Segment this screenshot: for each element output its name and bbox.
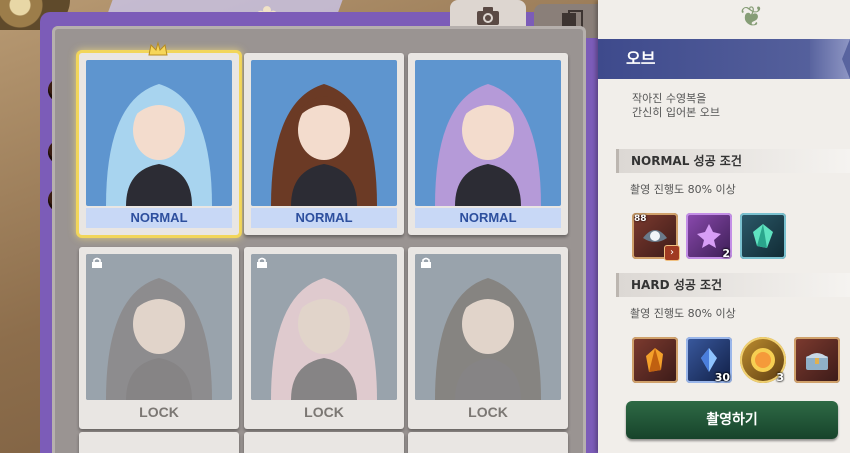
photo-card-partial xyxy=(244,432,404,453)
character-portrait xyxy=(86,60,232,206)
gold-medal-icon xyxy=(751,348,775,372)
character-detail-panel: ❦ 오브 작아진 수영복을 간신히 입어본 오브 NORMAL 성공 조건 촬영… xyxy=(598,0,850,453)
shoot-button[interactable]: 촬영하기 xyxy=(626,401,838,439)
hard-condition-text: 촬영 진행도 80% 이상 xyxy=(630,307,736,320)
character-portrait xyxy=(415,60,561,206)
lock-icon xyxy=(421,257,431,268)
photo-card[interactable]: LOCK xyxy=(244,247,404,429)
purple-flower-gem-icon xyxy=(697,224,721,248)
character-portrait xyxy=(415,254,561,400)
card-status-label: LOCK xyxy=(86,402,232,422)
photo-card-partial xyxy=(408,432,568,453)
card-status-label: NORMAL xyxy=(415,208,561,228)
reward-teal-crystal[interactable] xyxy=(740,213,786,259)
character-name: 오브 xyxy=(626,49,656,68)
character-portrait xyxy=(251,60,397,206)
lock-icon xyxy=(92,257,102,268)
character-name-header: 오브 xyxy=(598,39,850,79)
upgrade-badge-icon: › xyxy=(664,245,680,261)
character-description: 작아진 수영복을 간신히 입어본 오브 xyxy=(632,92,720,119)
photo-card[interactable]: NORMAL xyxy=(79,41,239,235)
character-portrait xyxy=(86,254,232,400)
selected-crown-icon xyxy=(148,41,168,56)
treasure-chest-icon xyxy=(806,353,828,370)
lock-icon xyxy=(257,257,267,268)
teal-crystal-icon xyxy=(753,224,773,248)
amber-crystal-icon xyxy=(646,348,663,372)
photo-card[interactable]: NORMAL xyxy=(408,53,568,235)
reward-gold-medal[interactable]: 3 xyxy=(740,337,786,384)
blue-gem-icon xyxy=(701,348,717,372)
reward-blue-gem[interactable]: 30 xyxy=(686,337,732,384)
reward-count: 30 xyxy=(714,371,730,384)
photo-card[interactable]: NORMAL xyxy=(244,53,404,235)
card-status-label: LOCK xyxy=(251,402,397,422)
character-portrait xyxy=(251,254,397,400)
card-status-label: NORMAL xyxy=(251,208,397,228)
normal-condition-text: 촬영 진행도 80% 이상 xyxy=(630,183,736,196)
normal-condition-title: NORMAL 성공 조건 xyxy=(616,149,850,173)
reward-count: 3 xyxy=(776,371,784,384)
card-status-label: LOCK xyxy=(415,402,561,422)
photo-card-partial xyxy=(79,432,239,453)
card-status-label: NORMAL xyxy=(86,208,232,228)
leaf-decoration: ❦ xyxy=(740,0,764,33)
camera-icon xyxy=(477,7,499,25)
reward-treasure-chest[interactable] xyxy=(794,337,840,383)
reward-purple-gem[interactable]: 2 xyxy=(686,213,732,260)
hard-condition-title: HARD 성공 조건 xyxy=(616,273,850,297)
photo-card[interactable]: LOCK xyxy=(79,247,239,429)
reward-amber-crystal[interactable] xyxy=(632,337,678,383)
photo-card[interactable]: LOCK xyxy=(408,247,568,429)
reward-pearl-shell[interactable]: 88 › xyxy=(632,213,680,261)
reward-count: 2 xyxy=(722,247,730,260)
